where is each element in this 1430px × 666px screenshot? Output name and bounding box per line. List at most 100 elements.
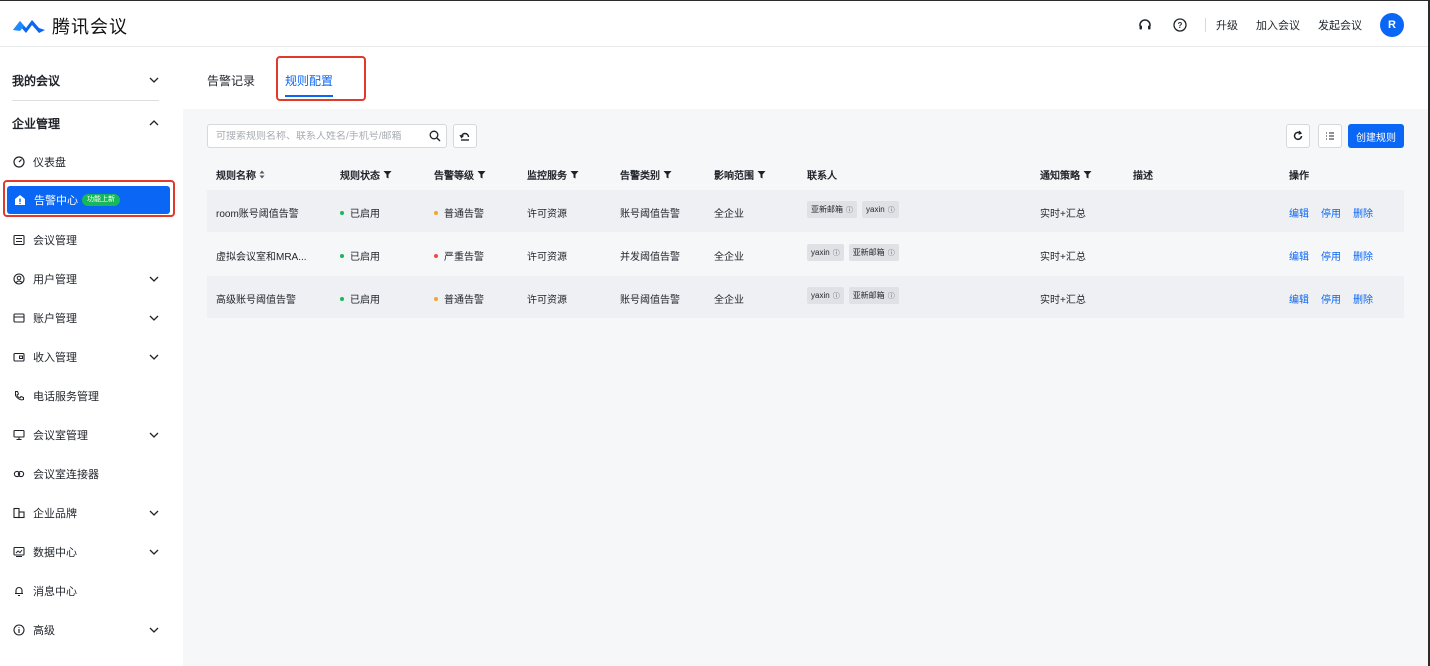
- monitor-service: 许可资源: [527, 295, 567, 306]
- edit-button[interactable]: 编辑: [1289, 205, 1309, 220]
- column-header-scope[interactable]: 影响范围: [714, 167, 766, 182]
- edit-button[interactable]: 编辑: [1289, 248, 1309, 263]
- contact-tag[interactable]: 亚新邮箱 ⓘ: [807, 201, 857, 218]
- sidebar-item-label: 会议管理: [33, 235, 77, 247]
- sidebar: 我的会议 企业管理 仪表盘 告警中心 功能上新 会议管理 用户管理 账户管理 收…: [0, 47, 183, 666]
- alert-level: 普通告警: [434, 205, 484, 220]
- window-top-border: [0, 0, 1430, 1]
- sidebar-group-enterprise[interactable]: 企业管理: [12, 110, 160, 136]
- rule-status: 已启用: [340, 291, 380, 306]
- edit-button[interactable]: 编辑: [1289, 291, 1309, 306]
- tab-bar: 告警记录 规则配置: [183, 47, 1428, 109]
- contact-tag[interactable]: yaxin ⓘ: [807, 287, 844, 304]
- row-actions: 编辑 停用 删除: [1289, 248, 1385, 263]
- disable-button[interactable]: 停用: [1321, 205, 1341, 220]
- sidebar-item-messages[interactable]: 消息中心: [12, 578, 160, 604]
- column-header-status[interactable]: 规则状态: [340, 167, 392, 182]
- row-actions: 编辑 停用 删除: [1289, 291, 1385, 306]
- chevron-down-icon: [148, 312, 160, 324]
- column-header-name[interactable]: 规则名称: [216, 167, 265, 182]
- filter-icon: [1083, 171, 1092, 179]
- contact-tag[interactable]: 亚新邮箱 ⓘ: [848, 244, 899, 261]
- table-header: 规则名称 规则状态 告警等级 监控服务 告警类别 影响范围 联系人 通知策略 描…: [207, 159, 1404, 189]
- delete-button[interactable]: 删除: [1353, 248, 1373, 263]
- chevron-down-icon: [148, 507, 160, 519]
- sidebar-item-label: 电话服务管理: [33, 391, 99, 403]
- contacts: yaxin ⓘ 亚新邮箱 ⓘ: [807, 244, 904, 261]
- contact-tag[interactable]: 亚新邮箱 ⓘ: [848, 287, 899, 304]
- row-actions: 编辑 停用 删除: [1289, 205, 1385, 220]
- notify-strategy: 实时+汇总: [1040, 295, 1086, 306]
- sidebar-item-users[interactable]: 用户管理: [12, 266, 160, 292]
- info-icon: ⓘ: [846, 206, 853, 214]
- annotation-highlight-box: [276, 56, 366, 101]
- impact-scope: 全企业: [714, 295, 744, 306]
- sidebar-group-my-meetings[interactable]: 我的会议: [12, 67, 160, 93]
- sidebar-item-revenue[interactable]: 收入管理: [12, 344, 160, 370]
- sidebar-item-brand[interactable]: 企业品牌: [12, 500, 160, 526]
- rule-name: room账号阈值告警: [216, 209, 299, 220]
- level-dot: [434, 296, 438, 301]
- tab-alert-records[interactable]: 告警记录: [207, 72, 255, 89]
- sidebar-item-advanced[interactable]: 高级: [12, 617, 160, 643]
- sidebar-group-label: 企业管理: [12, 116, 61, 131]
- sidebar-item-accounts[interactable]: 账户管理: [12, 305, 160, 331]
- upgrade-link[interactable]: 升级: [1216, 17, 1238, 33]
- status-dot: [340, 296, 344, 301]
- disable-button[interactable]: 停用: [1321, 248, 1341, 263]
- sidebar-item-label: 会议室管理: [33, 430, 88, 442]
- sidebar-item-label: 仪表盘: [33, 157, 66, 169]
- sidebar-item-meetings[interactable]: 会议管理: [12, 227, 160, 253]
- filter-icon: [383, 171, 392, 179]
- notify-strategy: 实时+汇总: [1040, 252, 1086, 263]
- sidebar-item-phone-service[interactable]: 电话服务管理: [12, 383, 160, 409]
- help-icon[interactable]: ?: [1172, 17, 1188, 33]
- main-content: 告警记录 规则配置 创建规则 规则名称 规则状态 告警等级 监控服务 告警类别 …: [183, 47, 1428, 666]
- start-meeting-link[interactable]: 发起会议: [1318, 17, 1362, 33]
- contact-tag[interactable]: yaxin ⓘ: [862, 201, 899, 218]
- filter-icon: [757, 171, 766, 179]
- link-icon: [12, 468, 25, 481]
- sidebar-item-label: 企业品牌: [33, 508, 77, 520]
- column-header-level[interactable]: 告警等级: [434, 167, 486, 182]
- reset-button[interactable]: [453, 124, 477, 148]
- info-icon: ⓘ: [887, 292, 895, 300]
- column-header-service[interactable]: 监控服务: [527, 167, 579, 182]
- delete-button[interactable]: 删除: [1353, 291, 1373, 306]
- create-rule-button[interactable]: 创建规则: [1348, 124, 1404, 148]
- chevron-down-icon: [148, 624, 160, 636]
- avatar[interactable]: R: [1380, 13, 1404, 37]
- sidebar-item-room-connector[interactable]: 会议室连接器: [12, 461, 160, 487]
- wallet-icon: [12, 351, 25, 364]
- app-logo[interactable]: 腾讯会议: [12, 13, 128, 39]
- sidebar-group-label: 我的会议: [12, 73, 61, 88]
- list-icon: [12, 234, 25, 247]
- app-name: 腾讯会议: [52, 17, 128, 37]
- table-row: 虚拟会议室和MRA... 已启用 严重告警 许可资源 并发阈值告警 全企业 ya…: [207, 233, 1404, 275]
- refresh-button[interactable]: [1286, 124, 1310, 148]
- delete-button[interactable]: 删除: [1353, 205, 1373, 220]
- disable-button[interactable]: 停用: [1321, 291, 1341, 306]
- svg-text:?: ?: [1178, 21, 1183, 30]
- rule-name: 虚拟会议室和MRA...: [216, 252, 307, 263]
- search-input[interactable]: [216, 130, 424, 142]
- chevron-down-icon: [148, 351, 160, 363]
- search-icon[interactable]: [424, 125, 446, 147]
- column-header-strategy[interactable]: 通知策略: [1040, 167, 1092, 182]
- sidebar-item-label: 用户管理: [33, 274, 77, 286]
- sidebar-item-label: 收入管理: [33, 352, 77, 364]
- chevron-down-icon: [148, 74, 160, 86]
- sidebar-item-data-center[interactable]: 数据中心: [12, 539, 160, 565]
- join-meeting-link[interactable]: 加入会议: [1256, 17, 1300, 33]
- contact-tag[interactable]: yaxin ⓘ: [807, 244, 844, 261]
- bell-icon: [12, 585, 25, 598]
- headset-icon[interactable]: [1137, 17, 1153, 33]
- phone-icon: [12, 390, 25, 403]
- column-header-category[interactable]: 告警类别: [620, 167, 672, 182]
- sidebar-item-rooms[interactable]: 会议室管理: [12, 422, 160, 448]
- chart-icon: [12, 546, 25, 559]
- chevron-up-icon: [148, 117, 160, 129]
- column-settings-button[interactable]: [1318, 124, 1342, 148]
- sidebar-item-dashboard[interactable]: 仪表盘: [12, 149, 160, 175]
- filter-icon: [477, 171, 486, 179]
